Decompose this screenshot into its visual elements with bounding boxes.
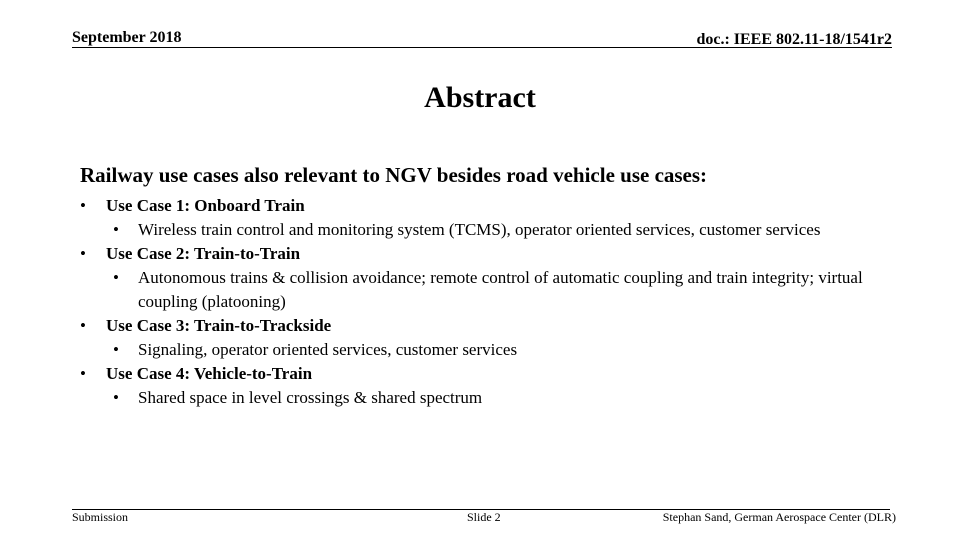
footer-submission: Submission [72,510,129,524]
use-case-detail: • Autonomous trains & collision avoidanc… [80,266,900,314]
use-case-detail-text: Autonomous trains & collision avoidance;… [138,268,863,311]
footer-author: Stephan Sand, German Aerospace Center (D… [662,510,896,524]
use-case-label: Use Case 1: Onboard Train [106,196,305,215]
use-case-label: Use Case 4: Vehicle-to-Train [106,364,313,383]
bullet-icon: • [113,220,119,239]
slide-title: Abstract [424,81,536,114]
lead-text: Railway use cases also relevant to NGV b… [80,163,708,187]
use-case-detail: • Signaling, operator oriented services,… [80,338,900,362]
use-case-1: • Use Case 1: Onboard Train [80,194,900,218]
header-date: September 2018 [72,29,182,46]
use-case-detail-text: Signaling, operator oriented services, c… [138,340,518,359]
use-case-2: • Use Case 2: Train-to-Train [80,242,900,266]
slide-content: Railway use cases also relevant to NGV b… [80,160,900,410]
use-case-detail-text: Wireless train control and monitoring sy… [138,220,821,239]
bullet-icon: • [113,388,119,407]
header-rule [72,47,892,48]
use-case-4: • Use Case 4: Vehicle-to-Train [80,362,900,386]
bullet-icon: • [80,316,86,335]
use-case-label: Use Case 3: Train-to-Trackside [106,316,332,335]
use-case-3: • Use Case 3: Train-to-Trackside [80,314,900,338]
bullet-icon: • [113,268,119,287]
use-case-detail: • Wireless train control and monitoring … [80,218,900,242]
footer-slide-number: Slide 2 [467,510,501,524]
use-case-detail-text: Shared space in level crossings & shared… [138,388,483,407]
bullet-icon: • [80,244,86,263]
use-case-detail: • Shared space in level crossings & shar… [80,386,900,410]
bullet-icon: • [80,364,86,383]
bullet-icon: • [80,196,86,215]
bullet-icon: • [113,340,119,359]
use-case-label: Use Case 2: Train-to-Train [106,244,301,263]
